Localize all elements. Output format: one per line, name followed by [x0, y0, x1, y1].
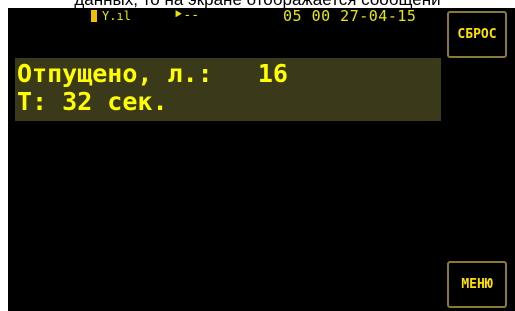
- dispense-info-panel: Отпущено, л.: 16 Т: 32 сек.: [15, 58, 441, 121]
- dispensed-label: Отпущено, л.:: [17, 59, 213, 88]
- reset-button[interactable]: СБРОС: [447, 11, 507, 58]
- time-row: Т: 32 сек.: [17, 87, 168, 116]
- device-screen: Y.ıl ⯈-- 05 00 27-04-15 Отпущено, л.: 16…: [8, 8, 515, 311]
- gps-status: ⯈--: [173, 8, 200, 23]
- battery-icon: [91, 10, 97, 22]
- menu-button[interactable]: МЕНЮ: [447, 261, 507, 308]
- antenna-signal-icon: Y.ıl: [102, 9, 131, 23]
- status-bar: Y.ıl ⯈-- 05 00 27-04-15: [8, 8, 448, 26]
- dispensed-volume-row: Отпущено, л.: 16: [17, 60, 288, 88]
- datetime-display: 05 00 27-04-15: [283, 7, 417, 25]
- dispensed-value: 16: [257, 59, 288, 88]
